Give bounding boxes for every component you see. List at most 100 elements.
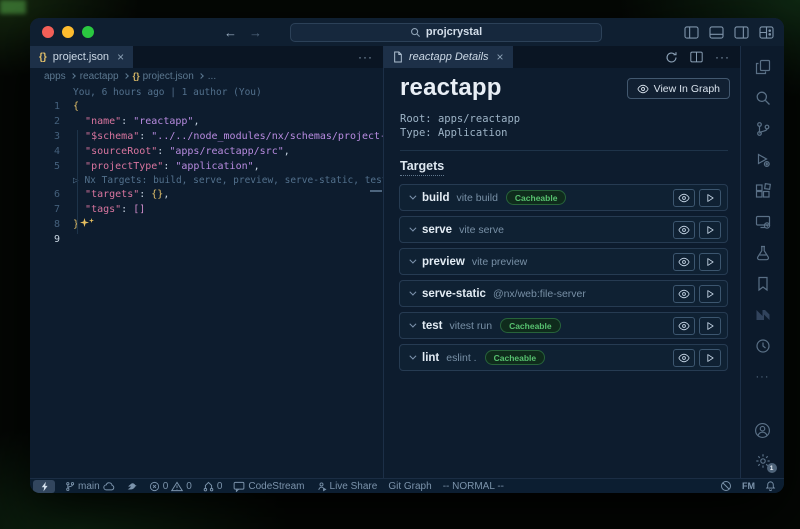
split-editor-icon[interactable] [690, 51, 703, 63]
more-editor-actions-icon[interactable]: ··· [715, 50, 730, 64]
target-row[interactable]: serve-static @nx/web:file-server [399, 280, 728, 307]
history-forward-button[interactable]: → [249, 25, 262, 40]
account-icon[interactable] [754, 421, 772, 439]
target-row[interactable]: test vitest run Cacheable [399, 312, 728, 339]
bird-extension-indicator[interactable] [126, 481, 138, 491]
view-target-button[interactable] [673, 285, 695, 303]
source-control-icon[interactable] [754, 120, 772, 138]
run-debug-icon[interactable] [754, 151, 772, 169]
git-graph-label: Git Graph [388, 481, 431, 492]
view-target-button[interactable] [673, 253, 695, 271]
codestream-indicator[interactable]: CodeStream [233, 481, 304, 492]
copilot-disabled-icon[interactable] [720, 480, 732, 492]
remote-explorer-icon[interactable] [754, 213, 772, 231]
customize-layout-icon[interactable] [759, 26, 774, 39]
breadcrumb-item[interactable]: reactapp [80, 71, 119, 82]
scrollbar-marker[interactable] [370, 190, 382, 192]
run-target-button[interactable] [699, 221, 721, 239]
chevron-down-icon[interactable] [409, 321, 416, 328]
view-target-button[interactable] [673, 317, 695, 335]
command-center-search[interactable]: projcrystal [290, 23, 602, 42]
view-target-button[interactable] [673, 189, 695, 207]
more-editor-actions-icon[interactable]: ··· [358, 50, 373, 64]
ports-indicator[interactable]: 0 [203, 481, 223, 492]
extensions-icon[interactable] [754, 182, 772, 200]
tab-reactapp-details[interactable]: reactapp Details × [384, 46, 513, 68]
close-tab-icon[interactable]: × [497, 50, 504, 64]
vim-mode-text: -- NORMAL -- [443, 481, 504, 492]
branch-indicator[interactable]: main [65, 481, 115, 492]
target-row[interactable]: serve vite serve [399, 216, 728, 243]
editor-group-left: apps reactapp {} project.json ... You, 6… [30, 68, 384, 478]
history-back-button[interactable]: ← [224, 25, 237, 40]
chevron-down-icon[interactable] [409, 225, 416, 232]
run-target-button[interactable] [699, 253, 721, 271]
search-text: projcrystal [426, 26, 482, 38]
git-graph-indicator[interactable]: Git Graph [388, 481, 431, 492]
run-target-button[interactable] [699, 285, 721, 303]
file-icon [393, 51, 403, 63]
run-target-button[interactable] [699, 317, 721, 335]
warning-icon [171, 481, 183, 492]
problems-indicator[interactable]: 0 0 [149, 481, 192, 492]
line-number: 6 [30, 187, 60, 202]
tab-project-json[interactable]: {} project.json × [30, 46, 133, 68]
vim-mode-indicator[interactable]: -- NORMAL -- [443, 481, 504, 492]
search-icon[interactable] [754, 89, 772, 107]
toggle-secondary-sidebar-icon[interactable] [734, 26, 749, 39]
breadcrumb[interactable]: apps reactapp {} project.json ... [30, 68, 383, 84]
lightning-icon [40, 481, 49, 492]
nx-targets-codelens[interactable]: ▷ Nx Targets: build, serve, preview, ser… [30, 174, 383, 187]
breadcrumb-item[interactable]: ... [208, 71, 216, 82]
view-in-graph-button[interactable]: View In Graph [627, 78, 730, 99]
format-indicator[interactable]: FM [742, 481, 755, 491]
view-target-button[interactable] [673, 221, 695, 239]
target-row[interactable]: lint eslint . Cacheable [399, 344, 728, 371]
nx-console-icon[interactable] [754, 306, 772, 324]
code-line: 8} [30, 217, 383, 232]
chevron-down-icon[interactable] [409, 257, 416, 264]
remote-indicator[interactable] [33, 480, 55, 493]
cloud-sync-icon [103, 482, 115, 491]
zoom-window-button[interactable] [82, 26, 94, 38]
eye-icon [678, 225, 690, 235]
timeline-icon[interactable] [754, 337, 772, 355]
git-branch-icon [65, 481, 75, 492]
additional-views-icon[interactable]: ··· [754, 368, 772, 386]
minimize-window-button[interactable] [62, 26, 74, 38]
view-target-button[interactable] [673, 349, 695, 367]
code-editor[interactable]: You, 6 hours ago | 1 author (You)1{2 "na… [30, 86, 383, 247]
cacheable-badge: Cacheable [485, 350, 546, 365]
vscode-window: ← → projcrystal {} project.json × ··· [30, 18, 784, 493]
breadcrumb-item[interactable]: apps [44, 71, 66, 82]
explorer-icon[interactable] [754, 58, 772, 76]
settings-gear-icon[interactable]: 1 [754, 452, 772, 470]
chevron-down-icon[interactable] [409, 289, 416, 296]
warning-count: 0 [186, 481, 192, 492]
toggle-sidebar-icon[interactable] [684, 26, 699, 39]
line-number: 1 [30, 99, 60, 114]
toggle-panel-icon[interactable] [709, 26, 724, 39]
chevron-down-icon[interactable] [409, 353, 416, 360]
chevron-down-icon[interactable] [409, 193, 416, 200]
bookmarks-icon[interactable] [754, 275, 772, 293]
search-icon [410, 27, 421, 38]
close-tab-icon[interactable]: × [117, 50, 124, 64]
breadcrumb-item[interactable]: project.json [143, 71, 194, 82]
notifications-bell-icon[interactable] [765, 480, 776, 492]
target-name: test [422, 320, 442, 332]
eye-icon [678, 289, 690, 299]
live-share-label: Live Share [330, 481, 378, 492]
live-share-indicator[interactable]: Live Share [316, 481, 378, 492]
testing-icon[interactable] [754, 244, 772, 262]
target-name: lint [422, 352, 439, 364]
run-target-button[interactable] [699, 189, 721, 207]
code-line: 9 [30, 232, 383, 247]
refresh-icon[interactable] [665, 51, 678, 64]
close-window-button[interactable] [42, 26, 54, 38]
run-target-button[interactable] [699, 349, 721, 367]
target-row[interactable]: preview vite preview [399, 248, 728, 275]
target-row[interactable]: build vite build Cacheable [399, 184, 728, 211]
json-file-icon: {} [133, 71, 140, 81]
tab-bar: {} project.json × ··· reactapp Details ×… [30, 46, 740, 68]
